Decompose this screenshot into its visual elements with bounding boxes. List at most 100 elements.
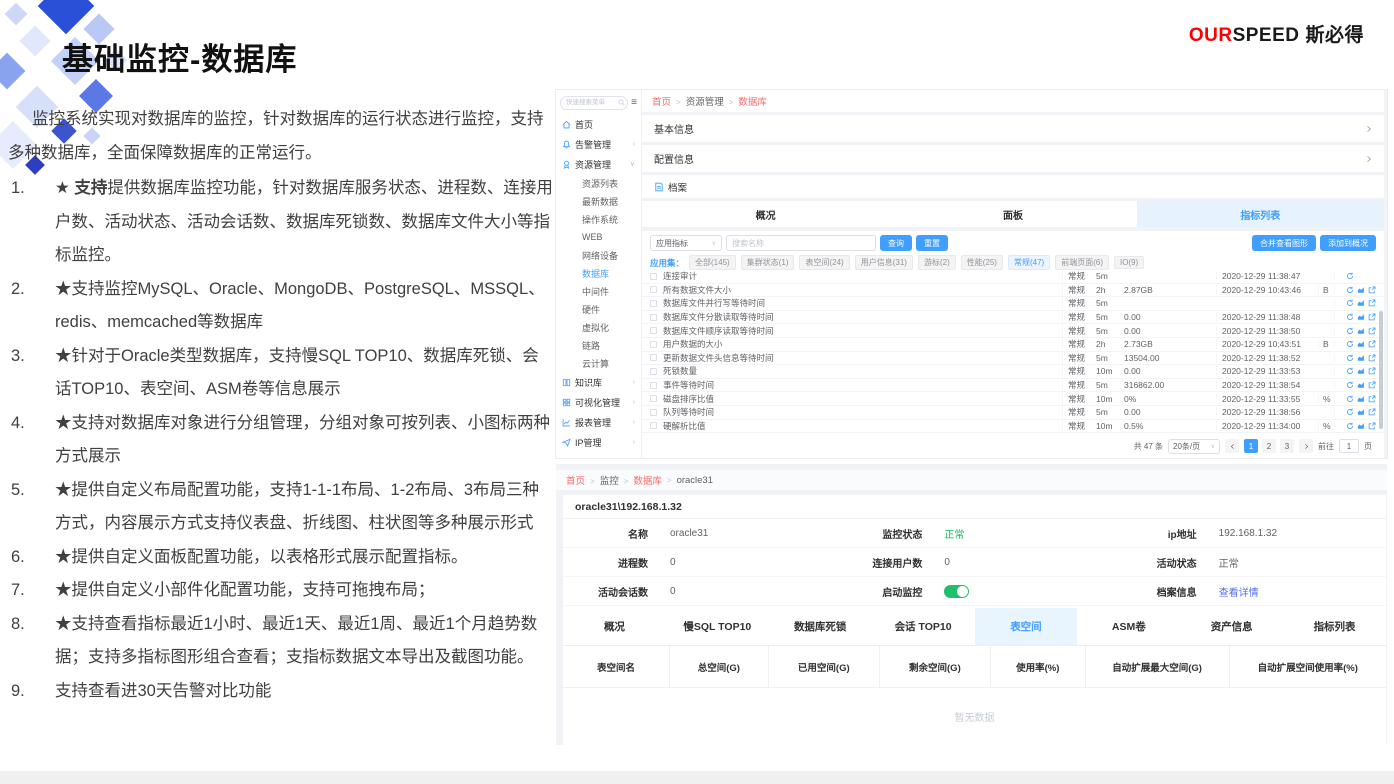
sidebar-item[interactable]: 数据库 [556,264,641,282]
filter-tag[interactable]: 常规(47) [1008,255,1050,270]
external-link-icon[interactable] [1368,299,1376,307]
table-scrollbar[interactable] [1379,311,1383,429]
table-row[interactable]: 连接审计 常规 5m 2020-12-29 11:38:47 [642,270,1384,284]
row-checkbox[interactable] [650,395,657,402]
tab[interactable]: 指标列表 [1137,201,1384,227]
merge-view-button[interactable]: 合并查看图形 [1252,235,1316,251]
add-to-overview-button[interactable]: 添加到概况 [1320,235,1376,251]
sidebar-item[interactable]: 云计算 [556,354,641,372]
external-link-icon[interactable] [1368,367,1376,375]
sidebar-item[interactable]: 报表管理 › [556,412,641,432]
breadcrumb-item[interactable]: oracle31 [662,475,713,486]
refresh-icon[interactable] [1346,381,1354,389]
filter-tag[interactable]: 前端页面(6) [1055,255,1109,270]
collapse-panel[interactable]: 配置信息 [642,145,1384,172]
next-page-button[interactable] [1299,439,1313,453]
chart-icon[interactable] [1357,367,1365,375]
sidebar-item[interactable]: 最新数据 [556,192,641,210]
chart-icon[interactable] [1357,354,1365,362]
breadcrumb-item[interactable]: 监控 [585,473,619,487]
detail-tab[interactable]: 表空间 [975,608,1078,645]
external-link-icon[interactable] [1368,408,1376,416]
table-row[interactable]: 数据库文件并行写等待时间 常规 5m [642,297,1384,311]
sidebar-item[interactable]: IP管理 › [556,432,641,452]
filter-tag[interactable]: 游标(2) [918,255,956,270]
sidebar-item[interactable]: 告警管理 › [556,134,641,154]
breadcrumb-item[interactable]: 首页 [652,94,671,108]
table-row[interactable]: 数据库文件顺序读取等待时间 常规 5m 0.00 2020-12-29 11:3… [642,324,1384,338]
metric-search-input[interactable] [726,235,876,251]
metric-type-select[interactable]: 应用指标 ∨ [650,235,722,251]
filter-tag[interactable]: IO(9) [1114,256,1144,269]
sidebar-item[interactable]: 硬件 [556,300,641,318]
external-link-icon[interactable] [1368,354,1376,362]
sidebar-item[interactable]: 操作系统 [556,210,641,228]
chart-icon[interactable] [1357,340,1365,348]
external-link-icon[interactable] [1368,327,1376,335]
refresh-icon[interactable] [1346,286,1354,294]
sidebar-item[interactable]: 资源管理 ∨ [556,154,641,174]
chart-icon[interactable] [1357,395,1365,403]
external-link-icon[interactable] [1368,395,1376,403]
tab[interactable]: 概况 [642,201,889,227]
chart-icon[interactable] [1357,286,1365,294]
tab[interactable]: 面板 [889,201,1136,227]
sidebar-item[interactable]: 首页 [556,114,641,134]
refresh-icon[interactable] [1346,340,1354,348]
page-size-select[interactable]: 20条/页 ∨ [1168,439,1220,454]
table-row[interactable]: 事件等待时间 常规 5m 316862.00 2020-12-29 11:38:… [642,379,1384,393]
refresh-icon[interactable] [1346,367,1354,375]
breadcrumb-item[interactable]: 数据库 [724,94,767,108]
sidebar-item[interactable]: 资源列表 [556,174,641,192]
external-link-icon[interactable] [1368,422,1376,430]
chart-icon[interactable] [1357,422,1365,430]
breadcrumb-item[interactable]: 首页 [566,473,585,487]
filter-tag[interactable]: 集群状态(1) [741,255,795,270]
refresh-icon[interactable] [1346,395,1354,403]
archive-row[interactable]: 档案 [642,175,1384,198]
row-checkbox[interactable] [650,314,657,321]
refresh-icon[interactable] [1346,408,1354,416]
refresh-icon[interactable] [1346,299,1354,307]
detail-tab[interactable]: 资产信息 [1180,608,1283,645]
table-row[interactable]: 所有数据文件大小 常规 2h 2.87GB 2020-12-29 10:43:4… [642,284,1384,298]
sidebar-item[interactable]: 网络设备 [556,246,641,264]
sidebar-item[interactable]: 知识库 › [556,372,641,392]
chart-icon[interactable] [1357,299,1365,307]
filter-tag[interactable]: 性能(25) [961,255,1003,270]
sidebar-item[interactable]: 可视化管理 › [556,392,641,412]
detail-tab[interactable]: 慢SQL TOP10 [666,608,769,645]
table-row[interactable]: 数据库文件分散读取等待时间 常规 5m 0.00 2020-12-29 11:3… [642,311,1384,325]
monitor-toggle[interactable] [944,585,969,598]
breadcrumb-item[interactable]: 数据库 [619,473,662,487]
table-row[interactable]: 死锁数量 常规 10m 0.00 2020-12-29 11:33:53 [642,365,1384,379]
sidebar-item[interactable]: WEB [556,228,641,246]
refresh-icon[interactable] [1346,422,1354,430]
refresh-icon[interactable] [1346,272,1354,280]
table-row[interactable]: 更新数据文件头信息等待时间 常规 5m 13504.00 2020-12-29 … [642,352,1384,366]
table-row[interactable]: 用户数据的大小 常规 2h 2.73GB 2020-12-29 10:43:51… [642,338,1384,352]
row-checkbox[interactable] [650,273,657,280]
field-value[interactable]: 查看详情 [1219,584,1259,599]
collapse-panel[interactable]: 基本信息 [642,115,1384,142]
reset-button[interactable]: 重置 [916,235,948,251]
menu-icon[interactable]: ≡ [631,98,637,108]
table-row[interactable]: 队列等待时间 常规 5m 0.00 2020-12-29 11:38:56 [642,406,1384,420]
row-checkbox[interactable] [650,382,657,389]
row-checkbox[interactable] [650,409,657,416]
row-checkbox[interactable] [650,354,657,361]
page-number[interactable]: 2 [1262,439,1276,453]
goto-page-input[interactable] [1339,439,1359,453]
refresh-icon[interactable] [1346,354,1354,362]
row-checkbox[interactable] [650,286,657,293]
chart-icon[interactable] [1357,381,1365,389]
detail-tab[interactable]: ASM卷 [1077,608,1180,645]
detail-tab[interactable]: 会话 TOP10 [872,608,975,645]
filter-tag[interactable]: 表空间(24) [799,255,849,270]
sidebar-item[interactable]: 虚拟化 [556,318,641,336]
refresh-icon[interactable] [1346,327,1354,335]
filter-tag[interactable]: 全部(145) [689,255,736,270]
page-number[interactable]: 1 [1244,439,1258,453]
chart-icon[interactable] [1357,313,1365,321]
page-number[interactable]: 3 [1280,439,1294,453]
